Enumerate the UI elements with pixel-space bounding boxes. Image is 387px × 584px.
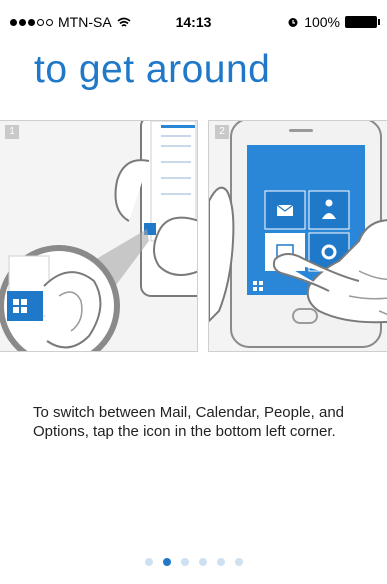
page-dot[interactable]	[234, 558, 243, 566]
instruction-text: To switch between Mail, Calendar, People…	[33, 404, 345, 440]
status-bar: MTN-SA 14:13 100%	[0, 0, 387, 40]
battery-percent: 100%	[304, 14, 340, 30]
mail-icon	[276, 204, 294, 216]
page-dot[interactable]	[180, 558, 189, 566]
phone-hand-illustration	[0, 121, 197, 351]
alarm-icon	[288, 18, 298, 27]
illustration-panels: 1 2	[0, 120, 387, 352]
illustration-panel-1: 1	[0, 120, 198, 352]
phone-tiles-illustration	[209, 121, 387, 348]
illustration-panel-2: 2	[208, 120, 387, 352]
page-indicator[interactable]	[0, 558, 387, 566]
page-dot[interactable]	[144, 558, 153, 566]
status-right: 100%	[287, 14, 380, 30]
page-title: to get around	[34, 48, 271, 91]
battery-icon	[345, 16, 380, 28]
page-dot[interactable]	[198, 558, 207, 566]
page-dot-active[interactable]	[162, 558, 171, 566]
panel-number: 1	[5, 125, 19, 139]
page-dot[interactable]	[216, 558, 225, 566]
panel-number: 2	[215, 125, 229, 139]
